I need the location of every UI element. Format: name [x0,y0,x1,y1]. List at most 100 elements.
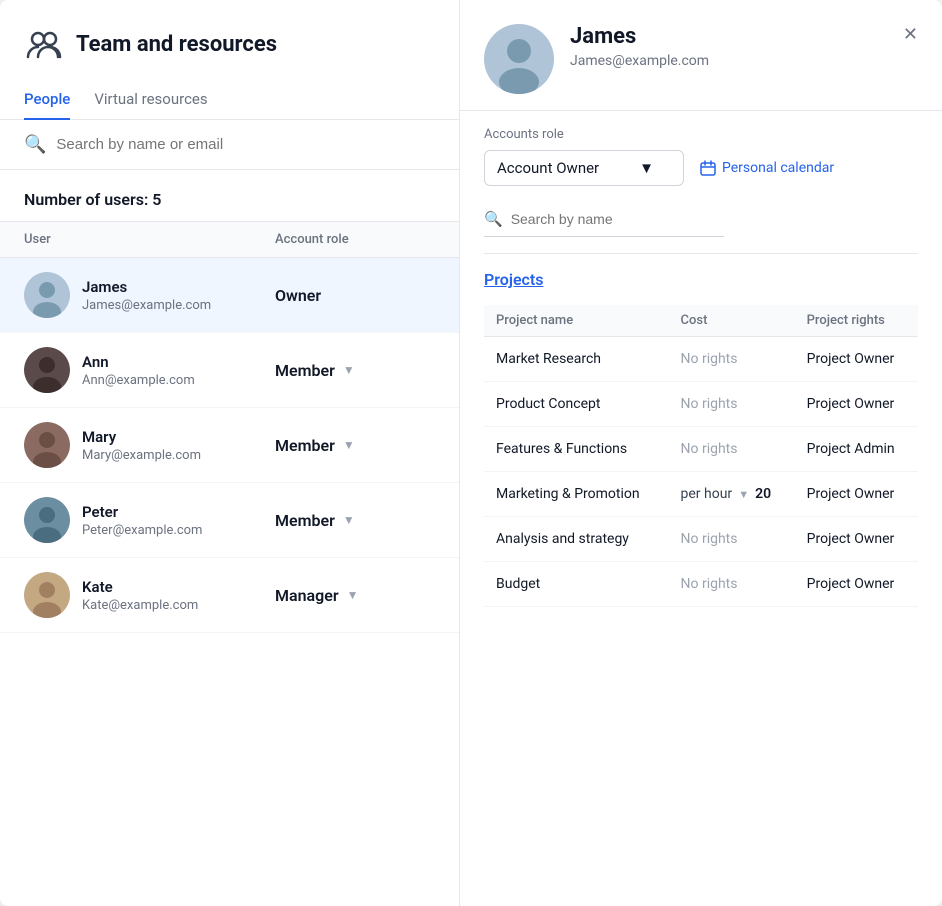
avatar [24,347,70,393]
project-name: Marketing & Promotion [484,472,669,517]
search-input-detail[interactable] [511,211,724,227]
projects-title[interactable]: Projects [484,270,918,289]
project-row: Product Concept No rights Project Owner [484,382,918,427]
user-name: Peter [82,503,275,521]
project-rights: Project Owner [795,382,918,427]
project-name: Product Concept [484,382,669,427]
project-name: Budget [484,562,669,607]
personal-calendar-label: Personal calendar [722,160,834,176]
role-label: Member [275,511,335,530]
tab-virtual-resources[interactable]: Virtual resources [94,80,207,120]
chevron-down-icon[interactable]: ▼ [343,363,355,377]
projects-table: Project name Cost Project rights Market … [484,305,918,607]
user-email: Peter@example.com [82,523,275,538]
cost-dropdown-icon[interactable]: ▼ [738,488,749,501]
role-label: Owner [275,286,321,305]
search-bar-detail: 🔍 [484,202,724,237]
project-cost: No rights [669,337,795,382]
role-label: Member [275,361,335,380]
role-cell: Member ▼ [275,361,435,380]
user-row[interactable]: Peter Peter@example.com Member ▼ [0,483,459,558]
project-row: Analysis and strategy No rights Project … [484,517,918,562]
user-name: Kate [82,578,275,596]
left-header: Team and resources People Virtual resour… [0,0,459,120]
avatar [24,497,70,543]
project-row: Market Research No rights Project Owner [484,337,918,382]
tab-people[interactable]: People [24,80,70,120]
detail-email: James@example.com [570,53,903,69]
project-row: Features & Functions No rights Project A… [484,427,918,472]
user-info: Peter Peter@example.com [82,503,275,538]
user-list: James James@example.com Owner Ann Ann@ex… [0,258,459,906]
user-info: Mary Mary@example.com [82,428,275,463]
project-cost: per hour ▼ 20 [669,472,795,517]
user-row[interactable]: Ann Ann@example.com Member ▼ [0,333,459,408]
chevron-down-icon[interactable]: ▼ [343,513,355,527]
cost-no-rights: No rights [681,576,738,592]
user-email: Ann@example.com [82,373,275,388]
accounts-role-label: Accounts role [484,127,918,142]
project-rights: Project Admin [795,427,918,472]
close-button[interactable]: ✕ [903,24,918,45]
calendar-icon [700,160,716,176]
chevron-down-icon: ▼ [639,159,654,177]
role-cell: Member ▼ [275,436,435,455]
cost-no-rights: No rights [681,351,738,367]
user-count: Number of users: 5 [0,170,459,221]
tabs: People Virtual resources [0,80,459,120]
page-title: Team and resources [76,32,277,57]
cost-cell: per hour ▼ 20 [681,486,783,502]
project-row: Budget No rights Project Owner [484,562,918,607]
search-input[interactable] [56,136,435,153]
project-row: Marketing & Promotion per hour ▼ 20 Proj… [484,472,918,517]
user-name: Ann [82,353,275,371]
avatar [24,272,70,318]
project-cost: No rights [669,517,795,562]
projects-table-body: Market Research No rights Project Owner … [484,337,918,607]
detail-name: James [570,24,903,49]
table-header: User Account role [0,221,459,258]
account-role-select[interactable]: Account Owner ▼ [484,150,684,186]
role-cell: Manager ▼ [275,586,435,605]
detail-avatar [484,24,554,94]
project-rights: Project Owner [795,337,918,382]
cost-text: per hour [681,486,733,502]
user-info: James James@example.com [82,278,275,313]
user-row[interactable]: Mary Mary@example.com Member ▼ [0,408,459,483]
chevron-down-icon[interactable]: ▼ [347,588,359,602]
left-panel: Team and resources People Virtual resour… [0,0,460,906]
search-bar: 🔍 [0,120,459,170]
cost-amount: 20 [755,486,771,502]
search-icon-detail: 🔍 [484,210,503,228]
user-name: Mary [82,428,275,446]
project-cost: No rights [669,382,795,427]
project-cost: No rights [669,427,795,472]
cost-no-rights: No rights [681,441,738,457]
right-panel: James James@example.com ✕ Accounts role … [460,0,942,906]
user-email: Kate@example.com [82,598,275,613]
col-header-user: User [24,232,275,247]
projects-table-header-row: Project name Cost Project rights [484,305,918,337]
user-email: Mary@example.com [82,448,275,463]
user-name: James [82,278,275,296]
user-row[interactable]: James James@example.com Owner [0,258,459,333]
project-rights: Project Owner [795,517,918,562]
projects-section: Projects Project name Cost Project right… [484,253,918,607]
detail-body: Accounts role Account Owner ▼ Personal c… [460,111,942,623]
chevron-down-icon[interactable]: ▼ [343,438,355,452]
role-label: Member [275,436,335,455]
avatar [24,572,70,618]
team-icon [24,24,64,64]
project-name: Analysis and strategy [484,517,669,562]
detail-avatar-inner [484,24,554,94]
project-rights: Project Owner [795,472,918,517]
account-role-value: Account Owner [497,159,599,177]
user-info: Ann Ann@example.com [82,353,275,388]
col-header-role: Account role [275,232,435,247]
personal-calendar-link[interactable]: Personal calendar [700,160,834,176]
project-cost: No rights [669,562,795,607]
cost-no-rights: No rights [681,396,738,412]
col-rights: Project rights [795,305,918,337]
user-row[interactable]: Kate Kate@example.com Manager ▼ [0,558,459,633]
user-info: Kate Kate@example.com [82,578,275,613]
